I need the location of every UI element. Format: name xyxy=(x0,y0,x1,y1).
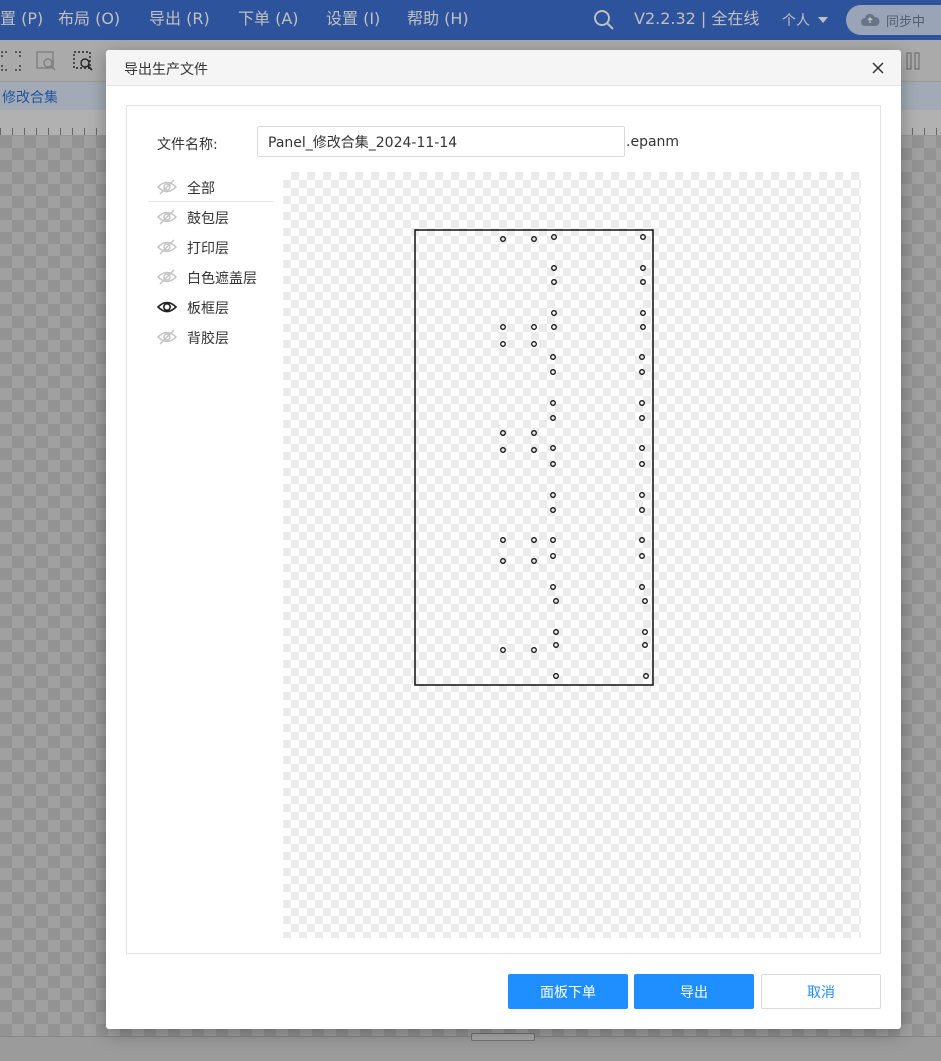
layer-item-board-frame[interactable]: 板框层 xyxy=(148,292,273,322)
layer-list: 全部 鼓包层 打印层 白色遮盖层 板框层 背胶层 xyxy=(148,172,273,352)
filename-label: 文件名称: xyxy=(157,137,218,153)
layer-item-print[interactable]: 打印层 xyxy=(148,232,273,262)
layer-item-adhesive[interactable]: 背胶层 xyxy=(148,322,273,352)
board-frame-preview xyxy=(414,229,654,686)
layer-item-emboss[interactable]: 鼓包层 xyxy=(148,202,273,232)
export-dialog: 导出生产文件 文件名称: .epanm 全部 鼓包层 打印层 白色遮盖层 xyxy=(106,50,901,1029)
filename-input[interactable] xyxy=(257,126,625,157)
layer-label: 打印层 xyxy=(187,241,229,257)
layer-label: 鼓包层 xyxy=(187,211,229,227)
cancel-button[interactable]: 取消 xyxy=(761,974,881,1009)
eye-icon xyxy=(156,301,178,313)
close-icon[interactable] xyxy=(868,58,888,78)
eye-off-icon xyxy=(156,239,178,255)
board-outline xyxy=(414,229,654,686)
eye-off-icon xyxy=(156,329,178,345)
layer-item-white-mask[interactable]: 白色遮盖层 xyxy=(148,262,273,292)
layer-label: 白色遮盖层 xyxy=(187,271,257,287)
dialog-title: 导出生产文件 xyxy=(124,62,208,78)
dialog-body: 文件名称: .epanm 全部 鼓包层 打印层 白色遮盖层 板框层 xyxy=(126,105,881,954)
eye-off-icon xyxy=(156,179,178,195)
filename-extension: .epanm xyxy=(626,134,680,150)
preview-canvas xyxy=(283,172,861,938)
panel-order-button[interactable]: 面板下单 xyxy=(508,974,628,1009)
eye-off-icon xyxy=(156,269,178,285)
dialog-header: 导出生产文件 xyxy=(106,50,901,86)
layer-label: 板框层 xyxy=(187,301,229,317)
layer-label: 背胶层 xyxy=(187,331,229,347)
eye-off-icon xyxy=(156,209,178,225)
hole-markers xyxy=(500,234,649,679)
export-button[interactable]: 导出 xyxy=(634,974,754,1009)
layer-item-all[interactable]: 全部 xyxy=(148,172,273,202)
layer-label: 全部 xyxy=(187,181,215,197)
